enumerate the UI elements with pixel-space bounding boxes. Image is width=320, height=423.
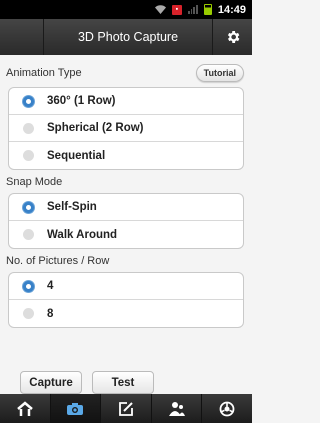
option-label: Walk Around [47, 228, 118, 241]
radio-unselected-icon [23, 150, 34, 161]
radio-unselected-icon [23, 229, 34, 240]
pictures-per-row-header: No. of Pictures / Row [6, 250, 244, 272]
radio-unselected-icon [23, 122, 34, 134]
status-bar: ▪ 14:49 [0, 0, 252, 19]
animation-type-header: Animation Type Tutorial [6, 59, 244, 87]
bottom-tab-bar [0, 394, 252, 423]
share-icon [219, 401, 235, 416]
settings-content: Animation Type Tutorial 360° (1 Row) Sph… [0, 55, 252, 370]
capture-button[interactable]: Capture [20, 371, 82, 394]
tab-share[interactable] [202, 394, 252, 423]
edit-icon [119, 401, 133, 416]
signal-icon [187, 5, 198, 14]
option-walk-around[interactable]: Walk Around [9, 221, 243, 248]
option-label: Self-Spin [47, 201, 97, 213]
option-label: Spherical (2 Row) [47, 122, 144, 134]
snap-mode-label: Snap Mode [6, 176, 63, 188]
camera-icon [67, 402, 84, 415]
wifi-icon [154, 5, 166, 14]
snap-mode-group: Self-Spin Walk Around [8, 193, 244, 249]
animation-type-group: 360° (1 Row) Spherical (2 Row) Sequentia… [8, 87, 244, 170]
page-title: 3D Photo Capture [77, 30, 179, 44]
option-four-pictures[interactable]: 4 [9, 273, 243, 300]
action-buttons: Capture Test [20, 371, 154, 394]
option-label: 360° (1 Row) [47, 95, 116, 107]
header-left-slot [0, 19, 44, 55]
app-header: 3D Photo Capture [0, 19, 252, 55]
option-label: Sequential [47, 149, 106, 162]
settings-button[interactable] [212, 19, 252, 55]
pictures-per-row-label: No. of Pictures / Row [6, 255, 110, 267]
status-time: 14:49 [217, 3, 246, 16]
tab-edit[interactable] [101, 394, 152, 423]
option-360-one-row[interactable]: 360° (1 Row) [9, 88, 243, 115]
tutorial-button[interactable]: Tutorial [195, 64, 244, 82]
option-label: 8 [47, 307, 54, 320]
test-button[interactable]: Test [92, 371, 154, 394]
home-icon [16, 400, 33, 416]
option-sequential[interactable]: Sequential [9, 142, 243, 169]
tab-home[interactable] [0, 394, 51, 423]
snap-mode-header: Snap Mode [6, 171, 244, 193]
tab-camera[interactable] [50, 394, 102, 423]
pictures-per-row-group: 4 8 [8, 272, 244, 328]
option-label: 4 [47, 280, 54, 292]
option-spherical-two-row[interactable]: Spherical (2 Row) [9, 115, 243, 142]
notification-icon: ▪ [171, 4, 182, 15]
radio-selected-icon [23, 280, 34, 292]
people-icon [168, 401, 185, 416]
tab-people[interactable] [152, 394, 203, 423]
radio-selected-icon [23, 95, 34, 107]
option-eight-pictures[interactable]: 8 [9, 300, 243, 327]
radio-selected-icon [23, 201, 34, 213]
battery-icon [203, 4, 212, 15]
animation-type-label: Animation Type [6, 67, 82, 79]
option-self-spin[interactable]: Self-Spin [9, 194, 243, 221]
gear-icon [227, 31, 239, 43]
radio-unselected-icon [23, 308, 34, 319]
